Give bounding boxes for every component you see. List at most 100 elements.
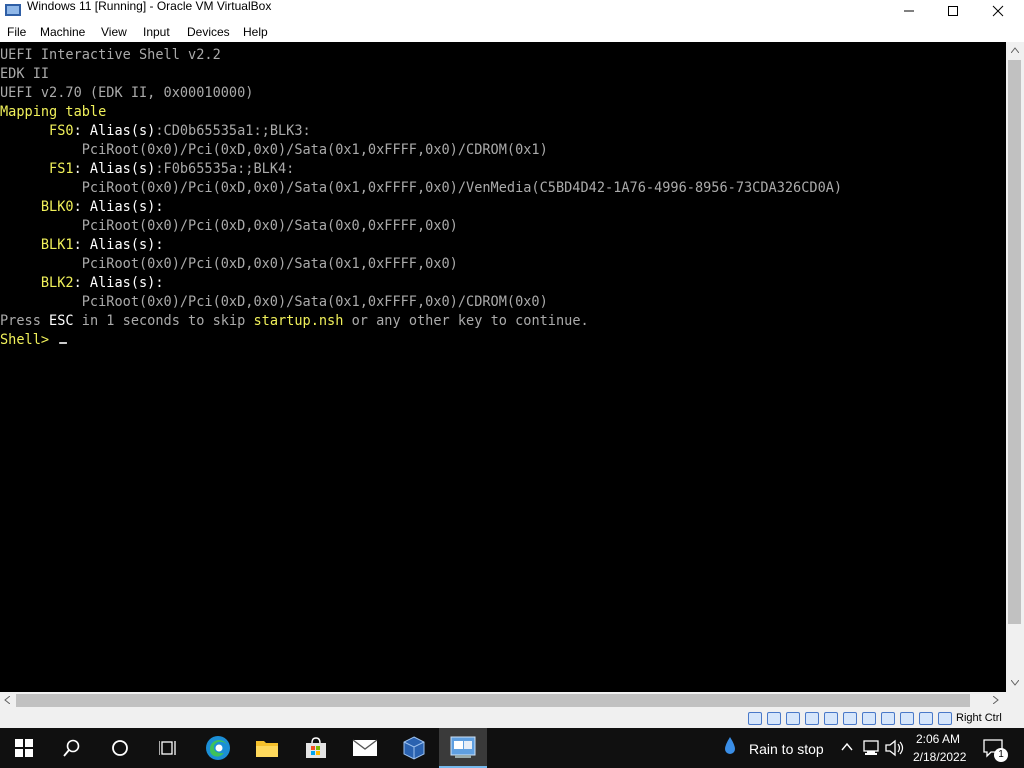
virtualbox-taskbar-button[interactable] <box>390 728 438 768</box>
recording-icon[interactable] <box>881 712 895 725</box>
console-line: PciRoot(0x0)/Pci(0xD,0x0)/Sata(0x0,0xFFF… <box>0 217 458 236</box>
console-text-segment: :CD0b65535a1:;BLK3: <box>155 123 311 139</box>
virtualbox-icon <box>5 4 21 16</box>
clock-date[interactable]: 2/18/2022 <box>913 750 966 764</box>
mouse-integration-icon[interactable] <box>919 712 933 725</box>
chevron-up-icon[interactable] <box>841 742 853 752</box>
console-text-segment: ESC <box>49 313 74 329</box>
start-icon <box>15 739 33 757</box>
weather-label[interactable]: Rain to stop <box>749 741 824 757</box>
optical-drive-icon[interactable] <box>767 712 781 725</box>
console-text-segment: : Alias(s): <box>73 237 164 253</box>
console-text-segment: PciRoot(0x0)/Pci(0xD,0x0)/Sata(0x0,0xFFF… <box>0 218 458 234</box>
mail-icon <box>352 739 378 756</box>
console-text-segment: FS1 <box>0 161 74 177</box>
minimize-icon <box>904 10 914 12</box>
vertical-scroll-thumb[interactable] <box>1008 60 1021 624</box>
scroll-up-icon[interactable] <box>1011 47 1019 53</box>
vertical-scrollbar[interactable] <box>1006 42 1024 692</box>
window-title: Windows 11 [Running] - Oracle VM Virtual… <box>27 0 272 13</box>
console-text-segment: : Alias(s) <box>73 123 156 139</box>
console-line: BLK1: Alias(s): <box>0 236 164 255</box>
console-line: PciRoot(0x0)/Pci(0xD,0x0)/Sata(0x1,0xFFF… <box>0 293 548 312</box>
scroll-right-icon[interactable] <box>993 696 999 704</box>
console-text-segment: Press <box>0 313 50 329</box>
notification-count-badge: 1 <box>994 748 1008 762</box>
host-key-label: Right Ctrl <box>956 712 1002 724</box>
audio-icon[interactable] <box>786 712 800 725</box>
maximize-icon <box>948 6 958 16</box>
search-icon <box>63 739 80 757</box>
scroll-corner <box>1006 692 1024 709</box>
console-line: BLK0: Alias(s): <box>0 198 164 217</box>
console-line: Mapping table <box>0 103 106 122</box>
console-line: BLK2: Alias(s): <box>0 274 164 293</box>
close-icon <box>992 5 1004 17</box>
weather-icon[interactable] <box>722 736 738 760</box>
menu-devices[interactable]: Devices <box>187 25 230 39</box>
console-line: PciRoot(0x0)/Pci(0xD,0x0)/Sata(0x1,0xFFF… <box>0 255 458 274</box>
console-text-segment: : Alias(s) <box>73 161 156 177</box>
menu-file[interactable]: File <box>7 25 26 39</box>
console-line: Press ESC in 1 seconds to skip startup.n… <box>0 312 589 331</box>
console-text-segment: UEFI v2.70 (EDK II, 0x00010000) <box>0 85 254 101</box>
virtualbox-icon <box>403 736 425 760</box>
console-text-segment: BLK1 <box>0 237 74 253</box>
scroll-down-icon[interactable] <box>1011 680 1019 686</box>
file-explorer-button[interactable] <box>243 728 291 768</box>
keyboard-icon[interactable] <box>938 712 952 725</box>
vm-window-taskbar-button[interactable] <box>439 728 487 768</box>
console-text-segment: : Alias(s): <box>73 275 164 291</box>
clock-time[interactable]: 2:06 AM <box>916 732 960 746</box>
console-text-segment: : Alias(s): <box>73 199 164 215</box>
minimize-button[interactable] <box>887 0 931 22</box>
console-text-segment: :F0b65535a:;BLK4: <box>155 161 295 177</box>
store-icon <box>306 737 326 758</box>
edge-button[interactable] <box>194 728 242 768</box>
close-button[interactable] <box>976 0 1020 22</box>
console-line: FS1: Alias(s):F0b65535a:;BLK4: <box>0 160 294 179</box>
network-icon[interactable] <box>863 740 881 756</box>
store-button[interactable] <box>292 728 340 768</box>
scroll-left-icon[interactable] <box>4 696 10 704</box>
display-icon[interactable] <box>862 712 876 725</box>
console-text-segment: Mapping table <box>0 104 107 120</box>
volume-icon[interactable] <box>885 739 905 757</box>
menu-input[interactable]: Input <box>143 25 170 39</box>
file-explorer-icon <box>256 741 278 757</box>
console-line: PciRoot(0x0)/Pci(0xD,0x0)/Sata(0x1,0xFFF… <box>0 179 842 198</box>
usb-icon[interactable] <box>824 712 838 725</box>
console-text-segment: or any other key to continue. <box>343 313 589 329</box>
edge-icon <box>206 736 230 760</box>
menu-machine[interactable]: Machine <box>40 25 85 39</box>
task-view-icon <box>159 741 176 755</box>
console-line: PciRoot(0x0)/Pci(0xD,0x0)/Sata(0x1,0xFFF… <box>0 141 548 160</box>
cpu-icon[interactable] <box>900 712 914 725</box>
shared-folders-icon[interactable] <box>843 712 857 725</box>
console-text-segment: BLK0 <box>0 199 74 215</box>
search-button[interactable] <box>48 728 96 768</box>
horizontal-scroll-thumb[interactable] <box>16 694 970 707</box>
start-button[interactable] <box>0 728 48 768</box>
hard-disk-icon[interactable] <box>748 712 762 725</box>
horizontal-scrollbar[interactable] <box>0 692 1006 709</box>
console-text-segment: PciRoot(0x0)/Pci(0xD,0x0)/Sata(0x1,0xFFF… <box>0 256 458 272</box>
mail-button[interactable] <box>341 728 389 768</box>
console-line: Shell> <box>0 331 67 350</box>
menu-view[interactable]: View <box>101 25 127 39</box>
network-icon[interactable] <box>805 712 819 725</box>
cortana-icon <box>112 740 128 756</box>
cortana-button[interactable] <box>96 728 144 768</box>
console-line: UEFI v2.70 (EDK II, 0x00010000) <box>0 84 253 103</box>
title-bar: Windows 11 [Running] - Oracle VM Virtual… <box>0 0 1024 22</box>
text-cursor <box>59 342 67 344</box>
console-text-segment: BLK2 <box>0 275 74 291</box>
vm-console[interactable]: UEFI Interactive Shell v2.2 EDK II UEFI v2… <box>0 42 1006 692</box>
console-line: FS0: Alias(s):CD0b65535a1:;BLK3: <box>0 122 311 141</box>
console-line: EDK II <box>0 65 49 84</box>
vm-status-bar: Right Ctrl <box>0 709 1024 728</box>
console-text-segment: in 1 seconds to skip <box>73 313 254 329</box>
menu-help[interactable]: Help <box>243 25 268 39</box>
maximize-button[interactable] <box>931 0 975 22</box>
task-view-button[interactable] <box>144 728 192 768</box>
